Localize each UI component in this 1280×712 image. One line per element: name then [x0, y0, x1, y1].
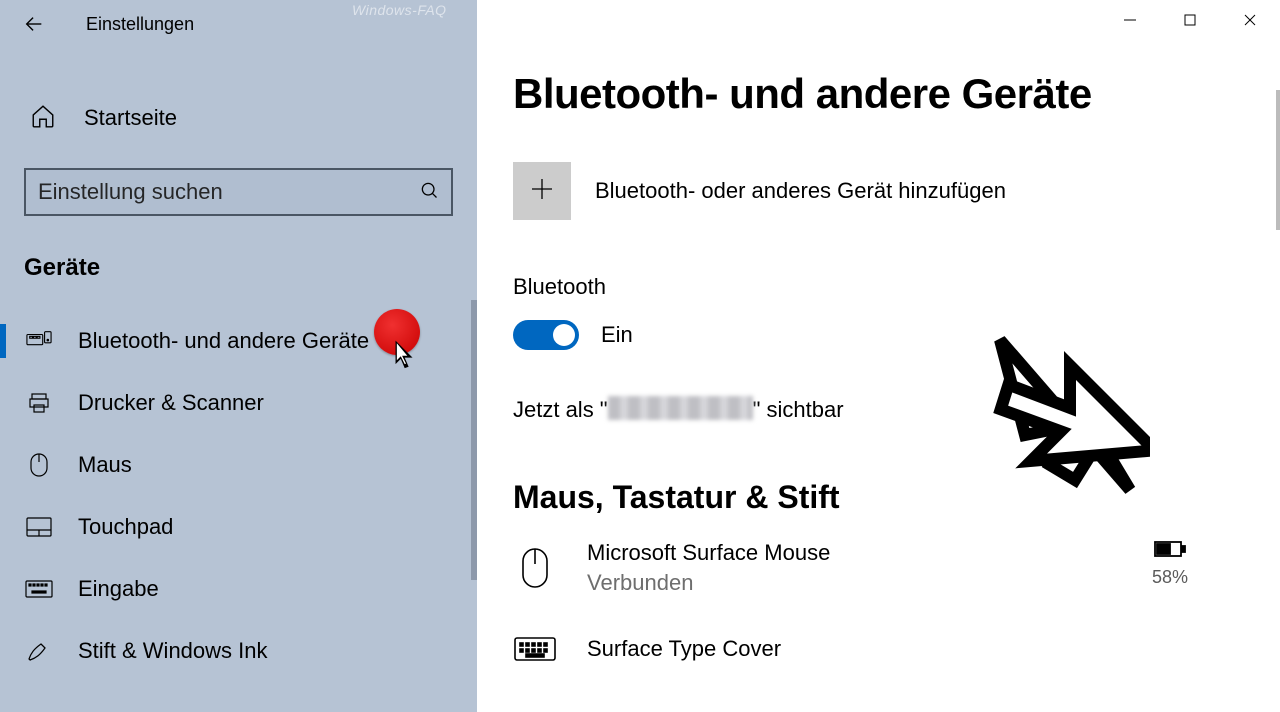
sidebar-item-touchpad[interactable]: Touchpad: [0, 496, 477, 558]
device-name-redacted: [608, 396, 753, 420]
main-scrollbar[interactable]: [1276, 90, 1280, 230]
battery-percent: 58%: [1152, 567, 1188, 588]
add-device-row[interactable]: Bluetooth- oder anderes Gerät hinzufügen: [513, 162, 1244, 220]
mouse-icon: [513, 546, 557, 590]
keyboard-icon: [24, 580, 54, 598]
page-title: Bluetooth- und andere Geräte: [513, 70, 1244, 118]
annotation-cursor-icon: [392, 338, 420, 377]
sidebar-section-header: Geräte: [24, 254, 477, 282]
pen-icon: [24, 639, 54, 663]
sidebar-item-label: Maus: [78, 452, 132, 478]
sidebar-home[interactable]: Startseite: [0, 96, 477, 140]
watermark-text: Windows-FAQ: [352, 2, 447, 18]
device-name: Microsoft Surface Mouse: [587, 540, 830, 566]
sidebar-home-label: Startseite: [84, 105, 177, 131]
sidebar-item-typing[interactable]: Eingabe: [0, 558, 477, 620]
discoverable-text: Jetzt als " " sichtbar: [513, 396, 1244, 423]
bluetooth-state-label: Ein: [601, 322, 633, 348]
minimize-button[interactable]: [1100, 0, 1160, 40]
sidebar-item-label: Eingabe: [78, 576, 159, 602]
printer-icon: [24, 391, 54, 415]
battery-icon: [1154, 545, 1186, 562]
mouse-icon: [24, 452, 54, 478]
device-row-keyboard[interactable]: Surface Type Cover: [513, 634, 1244, 664]
home-icon: [30, 103, 56, 134]
sidebar-item-label: Drucker & Scanner: [78, 390, 264, 416]
keyboard-icon: [513, 634, 557, 664]
sidebar-item-pen[interactable]: Stift & Windows Ink: [0, 620, 477, 682]
sidebar-item-label: Touchpad: [78, 514, 173, 540]
window-controls: [1100, 0, 1280, 40]
maximize-button[interactable]: [1160, 0, 1220, 40]
window-title: Einstellungen: [86, 14, 194, 35]
add-device-label: Bluetooth- oder anderes Gerät hinzufügen: [595, 178, 1006, 204]
search-box[interactable]: [24, 168, 453, 216]
search-input[interactable]: [38, 179, 419, 205]
device-status: Verbunden: [587, 570, 830, 596]
device-battery: 58%: [1152, 540, 1188, 588]
sidebar-item-label: Stift & Windows Ink: [78, 638, 268, 664]
device-name: Surface Type Cover: [587, 636, 781, 662]
sidebar-item-mouse[interactable]: Maus: [0, 434, 477, 496]
close-button[interactable]: [1220, 0, 1280, 40]
device-row-mouse[interactable]: Microsoft Surface Mouse Verbunden 58%: [513, 540, 1244, 596]
touchpad-icon: [24, 517, 54, 537]
discoverable-prefix: Jetzt als ": [513, 397, 608, 422]
search-icon: [419, 180, 439, 205]
bluetooth-toggle[interactable]: [513, 320, 579, 350]
sidebar-item-printers[interactable]: Drucker & Scanner: [0, 372, 477, 434]
devices-icon: [24, 330, 54, 352]
main-content: Bluetooth- und andere Geräte Bluetooth- …: [477, 0, 1280, 712]
back-button[interactable]: [22, 12, 46, 36]
add-device-tile[interactable]: [513, 162, 571, 220]
discoverable-suffix: " sichtbar: [753, 397, 844, 422]
sidebar-item-label: Bluetooth- und andere Geräte: [78, 328, 369, 354]
plus-icon: [529, 176, 555, 207]
bluetooth-header: Bluetooth: [513, 274, 1244, 300]
category-header-mouse-kbd: Maus, Tastatur & Stift: [513, 479, 1244, 516]
